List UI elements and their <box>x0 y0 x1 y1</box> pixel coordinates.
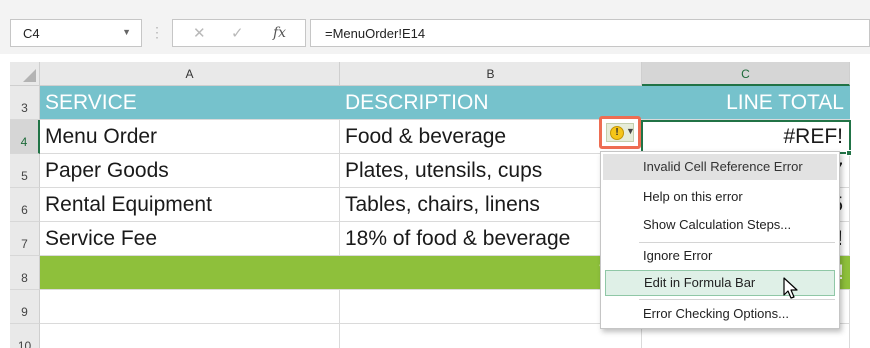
formula-buttons: ✕ ✓ fx <box>172 19 306 47</box>
error-options-menu: Invalid Cell Reference Error Help on thi… <box>600 151 840 329</box>
mouse-cursor-icon <box>783 277 798 299</box>
row-header-9[interactable]: 9 <box>10 290 40 324</box>
warning-icon: ! <box>610 126 624 140</box>
table-row: SERVICE DESCRIPTION LINE TOTAL <box>40 86 850 120</box>
fx-icon[interactable]: fx <box>273 25 286 41</box>
chevron-down-icon[interactable]: ▼ <box>626 126 635 136</box>
cell-a8[interactable] <box>40 256 340 290</box>
menu-title: Invalid Cell Reference Error <box>603 154 837 180</box>
cell-b3[interactable]: DESCRIPTION <box>340 86 642 120</box>
cell-b6[interactable]: Tables, chairs, linens <box>340 188 642 222</box>
row-header-7[interactable]: 7 <box>10 222 40 256</box>
row-header-5[interactable]: 5 <box>10 154 40 188</box>
menu-item-help[interactable]: Help on this error <box>605 184 835 210</box>
cell-a6[interactable]: Rental Equipment <box>40 188 340 222</box>
select-all-corner[interactable] <box>10 62 40 86</box>
row-header-3[interactable]: 3 <box>10 86 40 120</box>
cell-b9[interactable] <box>340 290 642 324</box>
column-header-b[interactable]: B <box>340 62 642 86</box>
cancel-icon[interactable]: ✕ <box>193 24 206 42</box>
formula-text: =MenuOrder!E14 <box>325 26 426 41</box>
row-header-10[interactable]: 10 <box>10 324 40 348</box>
row-header-6[interactable]: 6 <box>10 188 40 222</box>
column-header-c[interactable]: C <box>642 62 850 86</box>
active-cell-outline <box>641 120 851 154</box>
formula-input[interactable]: =MenuOrder!E14 <box>310 19 870 47</box>
cell-b10[interactable] <box>340 324 642 348</box>
menu-item-ignore-error[interactable]: Ignore Error <box>605 243 835 269</box>
cell-b8[interactable]: TO <box>340 256 642 290</box>
menu-item-error-checking-options[interactable]: Error Checking Options... <box>605 301 835 327</box>
error-smart-tag[interactable]: ! ▼ <box>599 116 641 149</box>
name-box[interactable]: C4 ▼ <box>10 19 142 47</box>
fill-handle[interactable] <box>846 150 852 156</box>
formula-bar: C4 ▼ ⋮ ✕ ✓ fx =MenuOrder!E14 <box>0 0 870 54</box>
error-options-button[interactable]: ! ▼ <box>606 123 635 142</box>
formula-bar-grip[interactable]: ⋮ <box>150 24 164 41</box>
cell-b7[interactable]: 18% of food & beverage <box>340 222 642 256</box>
menu-item-show-calculation-steps[interactable]: Show Calculation Steps... <box>605 212 835 238</box>
cell-a7[interactable]: Service Fee <box>40 222 340 256</box>
cell-a4[interactable]: Menu Order <box>40 120 340 154</box>
column-header-a[interactable]: A <box>40 62 340 86</box>
row-header-8[interactable]: 8 <box>10 256 40 290</box>
cell-a10[interactable] <box>40 324 340 348</box>
cell-a9[interactable] <box>40 290 340 324</box>
cell-b5[interactable]: Plates, utensils, cups <box>340 154 642 188</box>
cell-a5[interactable]: Paper Goods <box>40 154 340 188</box>
cell-c3[interactable]: LINE TOTAL <box>642 86 850 120</box>
row-header-4[interactable]: 4 <box>10 120 40 154</box>
enter-icon[interactable]: ✓ <box>231 24 244 42</box>
chevron-down-icon[interactable]: ▼ <box>122 27 131 37</box>
cell-a3[interactable]: SERVICE <box>40 86 340 120</box>
name-box-value: C4 <box>23 26 40 41</box>
menu-separator <box>639 299 835 300</box>
cell-b4[interactable]: Food & beverage <box>340 120 642 154</box>
